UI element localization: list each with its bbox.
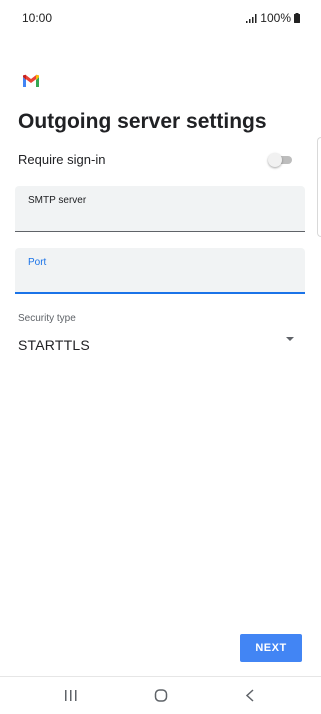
status-bar: 10:00 100% xyxy=(0,0,321,36)
toggle-thumb xyxy=(268,153,282,167)
require-signin-toggle[interactable] xyxy=(268,153,294,167)
next-button[interactable]: NEXT xyxy=(240,634,302,662)
port-field[interactable]: Port xyxy=(15,248,305,294)
page-title: Outgoing server settings xyxy=(18,110,267,133)
battery-percentage: 100% xyxy=(260,11,291,25)
port-label: Port xyxy=(28,257,47,268)
smtp-server-label: SMTP server xyxy=(28,195,87,206)
back-icon[interactable] xyxy=(238,687,262,705)
security-type-label: Security type xyxy=(18,313,76,324)
dropdown-arrow-icon xyxy=(286,337,294,341)
security-type-select[interactable]: STARTTLS xyxy=(18,334,298,356)
scroll-edge-handle[interactable] xyxy=(317,137,321,237)
recents-icon[interactable] xyxy=(59,687,83,705)
status-time: 10:00 xyxy=(22,11,53,25)
home-icon[interactable] xyxy=(149,687,173,705)
require-signin-row: Require sign-in xyxy=(18,152,296,170)
security-type-value: STARTTLS xyxy=(18,337,90,353)
signal-icon xyxy=(246,13,257,23)
status-indicators: 100% xyxy=(246,11,300,25)
require-signin-label: Require sign-in xyxy=(18,152,106,167)
navigation-bar xyxy=(0,676,321,714)
smtp-server-field[interactable]: SMTP server xyxy=(15,186,305,232)
battery-icon xyxy=(294,13,300,23)
port-input[interactable] xyxy=(28,272,293,290)
smtp-server-input[interactable] xyxy=(28,210,293,228)
gmail-logo-icon xyxy=(23,74,39,87)
